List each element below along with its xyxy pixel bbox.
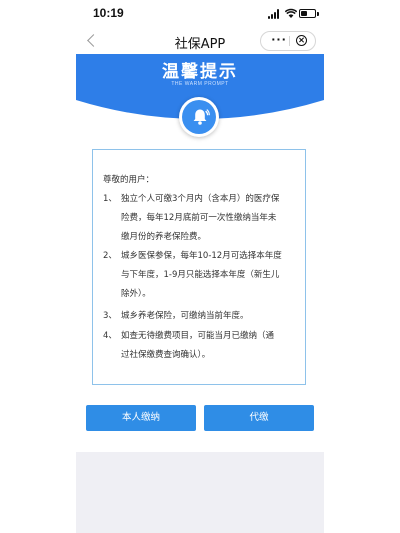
- notice-line: 独立个人可缴3个月内（含本月）的医疗保: [121, 194, 280, 204]
- banner-subtitle: THE WARM PROMPT: [171, 81, 229, 87]
- notice-item-number: 1、: [103, 194, 117, 204]
- status-bar: 10:19: [0, 0, 400, 30]
- proxy-pay-button[interactable]: 代缴: [204, 405, 314, 431]
- capsule-divider: [289, 36, 290, 46]
- miniapp-capsule: ···: [260, 31, 316, 51]
- status-time: 10:19: [93, 6, 124, 20]
- more-button[interactable]: ···: [269, 32, 289, 50]
- bottom-panel: [76, 452, 324, 533]
- battery-icon: [299, 9, 316, 18]
- notice-line: 除外）。: [121, 289, 151, 299]
- self-pay-button[interactable]: 本人缴纳: [86, 405, 196, 431]
- banner-title: 温馨提示: [162, 62, 238, 82]
- notice-line: 与下年度，1-9月只能选择本年度（新生儿: [121, 270, 280, 280]
- notice-box: 尊敬的用户： 1、 独立个人可缴3个月内（含本月）的医疗保 险费，每年12月底前…: [92, 149, 306, 385]
- notice-line: 险费，每年12月底前可一次性缴纳当年未: [121, 213, 277, 223]
- notice-line: 城乡养老保险，可缴纳当前年度。: [121, 311, 249, 321]
- notice-item-number: 3、: [103, 311, 117, 321]
- notice-greeting: 尊敬的用户：: [103, 175, 155, 185]
- battery-tip: [317, 12, 319, 16]
- notice-item-number: 4、: [103, 331, 117, 341]
- notice-item-number: 2、: [103, 251, 117, 261]
- page-title: 社保APP: [174, 37, 226, 52]
- notice-line: 缴月份的养老保险费。: [121, 232, 207, 242]
- title-bar: 社保APP ···: [0, 30, 400, 54]
- wifi-icon: [285, 8, 297, 18]
- bell-icon: [193, 109, 210, 125]
- notice-line: 城乡医保参保，每年10-12月可选择本年度: [121, 251, 282, 261]
- close-icon[interactable]: [296, 35, 307, 46]
- notice-line: 过社保缴费查询确认）。: [121, 350, 211, 360]
- bell-badge: [179, 97, 219, 137]
- signal-icon: [268, 9, 282, 19]
- notice-line: 如查无待缴费项目，可能当月已缴纳（通: [121, 331, 275, 341]
